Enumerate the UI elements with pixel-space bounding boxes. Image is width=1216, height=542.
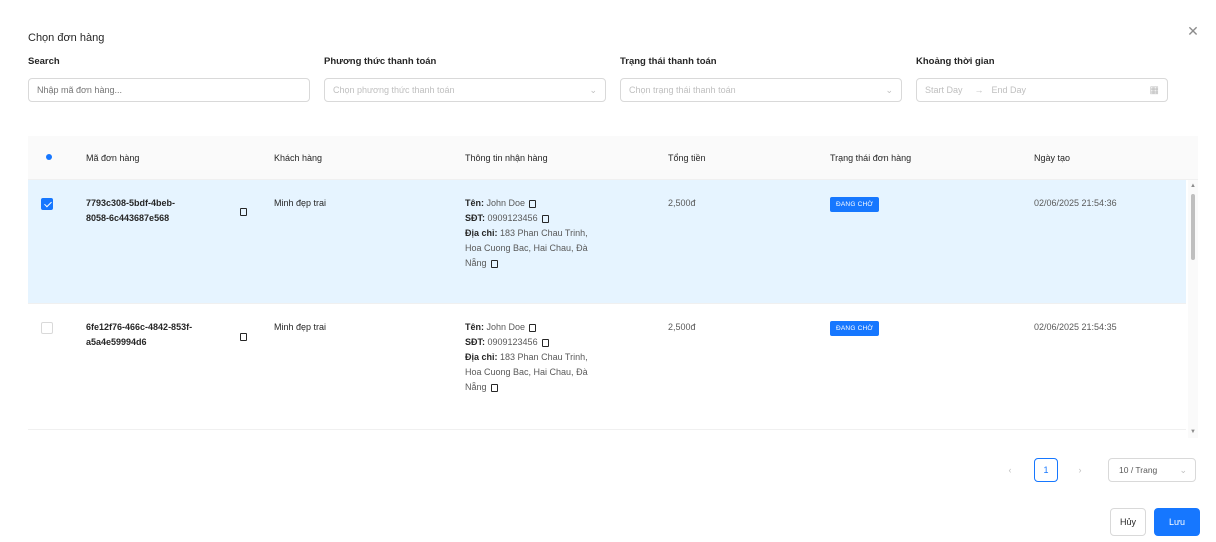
order-total: 2,500đ [668,198,696,208]
address-line: 183 Phan Chau Trinh, [500,228,588,238]
order-id-line: 7793c308-5bdf-4beb- [86,198,176,208]
filter-payment-status: Trạng thái thanh toán Chọn trạng thái th… [620,56,902,102]
shipping-info: Tên: John Doe SĐT: 0909123456 Địa chỉ: 1… [465,320,635,395]
row-checkbox[interactable] [41,198,53,210]
page-size-select[interactable]: 10 / Trang ⌄ [1108,458,1196,482]
order-id-line: a5a4e59994d6 [86,337,147,347]
copy-icon[interactable] [490,259,498,268]
table-scrollbar[interactable]: ▲ ▼ [1188,180,1198,438]
pagination: ‹ 1 › 10 / Trang ⌄ [1000,458,1196,482]
address-line: Hoa Cuong Bac, Hai Chau, Đà [465,367,588,377]
order-id: 6fe12f76-466c-4842-853f- a5a4e59994d6 [86,320,236,350]
copy-icon[interactable] [541,214,549,223]
payment-method-label: Phương thức thanh toán [324,56,437,67]
close-icon[interactable]: ✕ [1184,22,1202,40]
address-line: 183 Phan Chau Trinh, [500,352,588,362]
table-body: 7793c308-5bdf-4beb- 8058-6c443687e568 Mi… [28,180,1198,430]
search-label: Search [28,56,60,67]
copy-icon[interactable] [240,333,247,341]
chevron-down-icon: ⌄ [589,84,597,95]
column-header-shipping-info: Thông tin nhận hàng [465,153,548,163]
table-row[interactable]: 7793c308-5bdf-4beb- 8058-6c443687e568 Mi… [28,180,1186,304]
copy-icon[interactable] [490,383,498,392]
order-total: 2,500đ [668,322,696,332]
address-line: Nẵng [465,258,487,268]
payment-method-placeholder: Chọn phương thức thanh toán [333,85,455,95]
name-label: Tên: [465,322,484,332]
copy-icon[interactable] [529,199,537,208]
select-order-modal: Chọn đơn hàng ✕ Search Phương thức thanh… [0,0,1216,542]
copy-icon[interactable] [541,338,549,347]
payment-status-placeholder: Chọn trạng thái thanh toán [629,85,736,95]
shipping-info: Tên: John Doe SĐT: 0909123456 Địa chỉ: 1… [465,196,635,271]
filter-payment-method: Phương thức thanh toán Chọn phương thức … [324,56,606,102]
select-all-indicator[interactable] [46,154,52,160]
page-size-value: 10 / Trang [1119,465,1158,475]
column-header-created-date: Ngày tạo [1034,153,1071,163]
filter-bar: Search Phương thức thanh toán Chọn phươn… [28,56,1168,106]
customer-name: Minh đẹp trai [274,198,327,208]
address-line: Nẵng [465,382,487,392]
name-value: John Doe [486,198,526,208]
column-header-order-id: Mã đơn hàng [86,153,140,163]
chevron-down-icon: ⌄ [1179,465,1187,475]
page-number[interactable]: 1 [1034,458,1058,482]
name-label: Tên: [465,198,484,208]
modal-title: Chọn đơn hàng [28,32,105,44]
filter-time-range: Khoảng thời gian Start Day → End Day ▦ [916,56,1168,102]
modal-footer: Hủy Lưu [1110,508,1200,536]
payment-status-select[interactable]: Chọn trạng thái thanh toán ⌄ [620,78,902,102]
filter-search: Search [28,56,310,102]
copy-icon[interactable] [240,208,247,216]
save-button[interactable]: Lưu [1154,508,1200,536]
scroll-up-icon[interactable]: ▲ [1189,182,1197,190]
phone-label: SĐT: [465,213,485,223]
copy-icon[interactable] [529,323,537,332]
scrollbar-thumb[interactable] [1191,194,1195,260]
payment-status-label: Trạng thái thanh toán [620,56,717,67]
row-checkbox[interactable] [41,322,53,334]
address-label: Địa chỉ: [465,228,498,238]
column-header-order-status: Trạng thái đơn hàng [830,153,912,163]
order-id-line: 8058-6c443687e568 [86,213,170,223]
phone-value: 0909123456 [487,213,538,223]
order-status: ĐANG CHỜ [830,196,880,212]
column-header-total: Tổng tiền [668,153,706,163]
address-label: Địa chỉ: [465,352,498,362]
time-range-label: Khoảng thời gian [916,56,995,67]
order-id: 7793c308-5bdf-4beb- 8058-6c443687e568 [86,196,236,226]
chevron-left-icon[interactable]: ‹ [1002,462,1018,478]
phone-value: 0909123456 [487,337,538,347]
orders-table: Mã đơn hàng Khách hàng Thông tin nhận hà… [28,136,1198,438]
date-range-picker[interactable]: Start Day → End Day ▦ [916,78,1168,102]
start-day-input[interactable]: Start Day [925,85,963,95]
phone-label: SĐT: [465,337,485,347]
created-date: 02/06/2025 21:54:36 [1034,198,1117,208]
status-badge: ĐANG CHỜ [830,197,880,212]
payment-method-select[interactable]: Chọn phương thức thanh toán ⌄ [324,78,606,102]
end-day-input[interactable]: End Day [992,85,1027,95]
table-row[interactable]: 6fe12f76-466c-4842-853f- a5a4e59994d6 Mi… [28,304,1186,430]
customer-name: Minh đẹp trai [274,322,327,332]
search-input-box[interactable] [28,78,310,102]
cancel-button[interactable]: Hủy [1110,508,1146,536]
address-line: Hoa Cuong Bac, Hai Chau, Đà [465,243,588,253]
arrow-right-icon: → [974,85,984,95]
column-header-customer: Khách hàng [274,153,323,163]
calendar-icon: ▦ [1149,84,1159,96]
name-value: John Doe [486,322,526,332]
order-status: ĐANG CHỜ [830,320,880,336]
search-input[interactable] [37,85,301,95]
chevron-down-icon: ⌄ [885,84,893,95]
order-id-line: 6fe12f76-466c-4842-853f- [86,322,193,332]
status-badge: ĐANG CHỜ [830,321,880,336]
scroll-down-icon[interactable]: ▼ [1189,428,1197,436]
table-header: Mã đơn hàng Khách hàng Thông tin nhận hà… [28,136,1198,180]
chevron-right-icon[interactable]: › [1072,462,1088,478]
created-date: 02/06/2025 21:54:35 [1034,322,1117,332]
